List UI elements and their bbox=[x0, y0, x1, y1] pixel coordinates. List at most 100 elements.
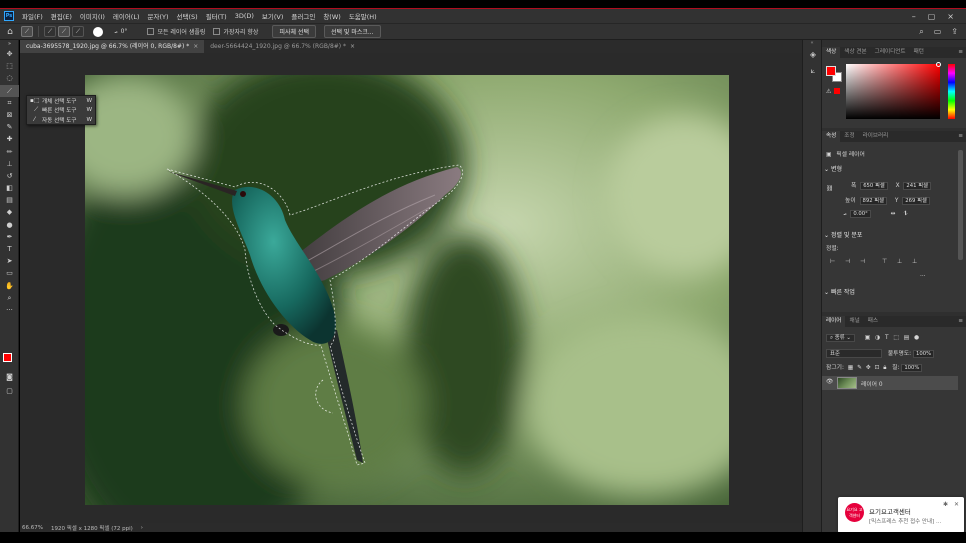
more-tools-icon[interactable]: ··· bbox=[0, 304, 19, 316]
status-arrow-icon[interactable]: › bbox=[141, 525, 143, 531]
filter-type-icon[interactable]: T bbox=[885, 335, 889, 341]
transform-section[interactable]: ⌄ 변형 bbox=[824, 164, 842, 173]
shape-tool-icon[interactable]: ▭ bbox=[0, 267, 19, 279]
lock-artboard-icon[interactable]: ⊡ bbox=[875, 365, 880, 371]
move-tool-icon[interactable]: ✥ bbox=[0, 48, 19, 60]
tab-patterns[interactable]: 패턴 bbox=[910, 47, 928, 58]
panel-menu-icon[interactable]: ≡ bbox=[958, 47, 966, 58]
close-tab-icon[interactable]: × bbox=[350, 43, 355, 50]
eraser-tool-icon[interactable]: ◧ bbox=[0, 182, 19, 194]
tab-gradients[interactable]: 그레이디언트 bbox=[871, 47, 910, 58]
layer-thumbnail[interactable] bbox=[837, 377, 857, 389]
pin-icon[interactable]: ✱ bbox=[943, 501, 948, 508]
add-selection-icon[interactable]: ⟋ bbox=[58, 26, 70, 37]
subtract-selection-icon[interactable]: ⟋ bbox=[72, 26, 84, 37]
filter-toggle-icon[interactable]: ● bbox=[914, 335, 919, 341]
menu-view[interactable]: 보기(V) bbox=[258, 11, 287, 21]
object-selection-tool-icon[interactable]: ⟋ bbox=[0, 84, 19, 97]
flip-horizontal-icon[interactable]: ⇹ bbox=[891, 211, 896, 217]
angle-field[interactable]: 0.00° bbox=[850, 210, 871, 218]
dodge-tool-icon[interactable]: ● bbox=[0, 219, 19, 231]
restore-button[interactable]: ▢ bbox=[928, 12, 936, 21]
layer-name[interactable]: 레이어 0 bbox=[861, 379, 883, 388]
home-icon[interactable]: ⌂ bbox=[0, 27, 20, 37]
angle-value[interactable]: 0° bbox=[121, 28, 128, 35]
lasso-tool-icon[interactable]: ◌ bbox=[0, 72, 19, 84]
layer-kind-filter[interactable]: ⌕ 종류 ⌄ bbox=[826, 334, 855, 342]
filter-pixel-icon[interactable]: ▣ bbox=[865, 335, 870, 341]
lock-image-icon[interactable]: ✎ bbox=[857, 365, 862, 371]
flip-vertical-icon[interactable]: ⥮ bbox=[903, 211, 907, 217]
healing-brush-icon[interactable]: ✚ bbox=[0, 133, 19, 145]
layer-visibility-icon[interactable]: 👁︎ bbox=[826, 379, 833, 385]
menu-3d[interactable]: 3D(D) bbox=[231, 12, 258, 20]
fill-field[interactable]: 100% bbox=[901, 364, 923, 372]
frame-tool-icon[interactable]: ⊠ bbox=[0, 109, 19, 121]
menu-filter[interactable]: 필터(T) bbox=[202, 11, 231, 21]
select-subject-button[interactable]: 피사체 선택 bbox=[272, 25, 316, 38]
color-picker-field[interactable] bbox=[846, 64, 940, 119]
align-left-icon[interactable]: ⊢ bbox=[830, 258, 835, 265]
tab-adjustments[interactable]: 조정 bbox=[840, 131, 858, 142]
marquee-tool-icon[interactable]: ⬚ bbox=[0, 60, 19, 72]
lock-all-icon[interactable]: 🔒︎ bbox=[883, 365, 886, 371]
foreground-color-swatch[interactable] bbox=[826, 66, 836, 76]
gradient-tool-icon[interactable]: ▤ bbox=[0, 194, 19, 206]
collapse-icon[interactable]: « bbox=[803, 40, 821, 47]
blend-mode-select[interactable]: 표준 bbox=[826, 349, 882, 358]
menu-layer[interactable]: 레이어(L) bbox=[109, 11, 144, 21]
brush-tool-icon[interactable]: ✏ bbox=[0, 146, 19, 158]
filter-shape-icon[interactable]: ⬚ bbox=[893, 335, 898, 341]
eyedropper-tool-icon[interactable]: ✎ bbox=[0, 121, 19, 133]
learn-panel-icon[interactable]: ◈ bbox=[803, 47, 823, 63]
align-top-icon[interactable]: ⊤ bbox=[882, 258, 887, 265]
hand-tool-icon[interactable]: ✋ bbox=[0, 280, 19, 292]
crop-tool-icon[interactable]: ⌗ bbox=[0, 97, 19, 109]
pen-tool-icon[interactable]: ✒ bbox=[0, 231, 19, 243]
quick-actions-section[interactable]: ⌄ 빠른 작업 bbox=[824, 287, 855, 296]
align-center-icon[interactable]: ⊣ bbox=[845, 258, 850, 265]
hue-slider[interactable] bbox=[948, 64, 955, 119]
height-field[interactable]: 892 픽셀 bbox=[859, 197, 888, 205]
close-button[interactable]: × bbox=[947, 12, 954, 21]
quick-mask-icon[interactable]: ◙ bbox=[0, 371, 19, 383]
close-tab-icon[interactable]: × bbox=[193, 43, 198, 50]
align-right-icon[interactable]: ⊣ bbox=[860, 258, 865, 265]
menu-plugins[interactable]: 플러그인 bbox=[287, 11, 319, 21]
hard-edge-checkbox[interactable] bbox=[213, 28, 221, 35]
color-picker-cursor[interactable] bbox=[936, 62, 941, 67]
type-tool-icon[interactable]: T bbox=[0, 243, 19, 255]
width-field[interactable]: 650 픽셀 bbox=[860, 182, 888, 190]
foreground-color-swatch[interactable] bbox=[3, 353, 12, 362]
clone-stamp-icon[interactable]: ⊥ bbox=[0, 158, 19, 170]
flyout-item-quick-selection[interactable]: ⟋ 빠른 선택 도구 W bbox=[27, 106, 95, 116]
align-middle-icon[interactable]: ⊥ bbox=[897, 258, 902, 265]
history-panel-icon[interactable]: ⟀ bbox=[803, 63, 823, 79]
document-tab-cuba[interactable]: cuba-3695578_1920.jpg @ 66.7% (레이어 0, RG… bbox=[20, 40, 205, 53]
tab-color[interactable]: 색상 bbox=[822, 47, 841, 58]
flyout-item-magic-wand[interactable]: ⁄ 자동 선택 도구 W bbox=[27, 115, 95, 125]
menu-type[interactable]: 문자(Y) bbox=[144, 11, 173, 21]
opacity-field[interactable]: 100% bbox=[912, 350, 935, 358]
panel-menu-icon[interactable]: ≡ bbox=[958, 316, 966, 327]
brush-size-icon[interactable] bbox=[93, 26, 103, 37]
tab-swatches[interactable]: 색상 견본 bbox=[840, 47, 870, 58]
y-field[interactable]: 269 픽셀 bbox=[902, 197, 930, 205]
color-swatches[interactable] bbox=[3, 353, 17, 367]
tab-libraries[interactable]: 라이브러리 bbox=[859, 131, 893, 142]
align-bottom-icon[interactable]: ⊥ bbox=[912, 258, 917, 265]
menu-image[interactable]: 이미지(I) bbox=[76, 11, 109, 21]
tab-channels[interactable]: 채널 bbox=[845, 316, 863, 327]
zoom-level[interactable]: 66.67% bbox=[22, 525, 43, 531]
minimize-button[interactable]: – bbox=[912, 12, 916, 21]
tab-layers[interactable]: 레이어 bbox=[822, 316, 846, 327]
tab-paths[interactable]: 패스 bbox=[864, 316, 882, 327]
filter-smart-icon[interactable]: ▤ bbox=[904, 335, 909, 341]
menu-select[interactable]: 선택(S) bbox=[173, 11, 202, 21]
panel-menu-icon[interactable]: ≡ bbox=[958, 131, 966, 142]
document-tab-deer[interactable]: deer-5664424_1920.jpg @ 66.7% (RGB/8#) *… bbox=[204, 40, 362, 53]
close-icon[interactable]: ✕ bbox=[954, 501, 959, 508]
more-options[interactable]: ... bbox=[920, 272, 926, 278]
workspace-icon[interactable]: ▭ bbox=[934, 27, 942, 37]
menu-edit[interactable]: 편집(E) bbox=[47, 11, 76, 21]
